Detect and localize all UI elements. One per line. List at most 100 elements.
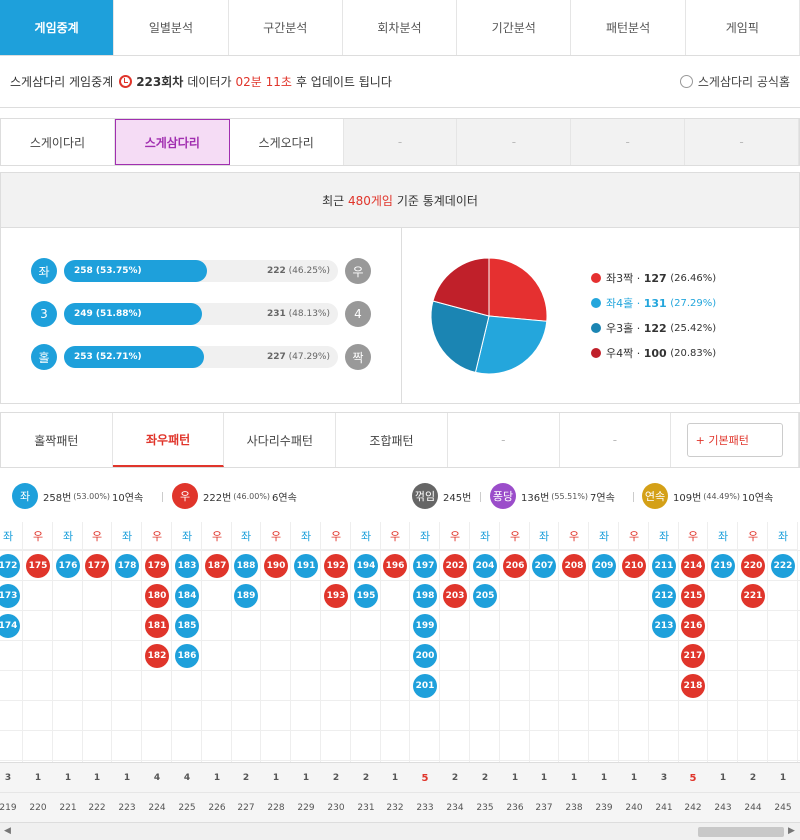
official-home-link[interactable]: 스게삼다리 공식홈	[679, 73, 790, 90]
info-label: 스게삼다리 게임중계	[10, 75, 114, 89]
game-type-tabs: 스게이다리 스게삼다리 스게오다리 - - - -	[0, 118, 800, 166]
tab-combo-pattern[interactable]: 조합패턴	[336, 413, 448, 467]
summary-left-pct: (53.00%)	[73, 491, 111, 501]
round-number-cell: 235	[476, 803, 494, 813]
info-text2: 후 업데이트 됩니다	[295, 75, 392, 89]
result-ball: 215	[681, 584, 705, 608]
legend-label: 우3홀	[606, 322, 634, 335]
stats-body: 좌 258 (53.75%) 222 (46.25%) 우 3 249 (51.…	[0, 228, 800, 404]
summary-left-count: 258번	[43, 492, 72, 504]
stat-row-3-4: 3 249 (51.88%) 231 (48.13%) 4	[31, 301, 371, 327]
streak-count-cell: 1	[511, 773, 519, 783]
pattern-column-header: 우	[559, 522, 589, 550]
round-number-cell: 224	[148, 803, 166, 813]
summary-pong-count: 136번	[521, 492, 550, 504]
streak-count-cell: 1	[64, 773, 72, 783]
scroll-thumb[interactable]	[698, 827, 784, 837]
left-circle: 3	[31, 301, 57, 327]
round-number-cell: 231	[357, 803, 375, 813]
legend-pct: (25.42%)	[670, 322, 717, 334]
summary-pong-streak: 7연속	[590, 492, 615, 504]
legend-item: 좌4홀 · 131 (27.29%)	[591, 295, 716, 311]
separator	[633, 492, 634, 502]
pattern-column: 우 177	[82, 522, 112, 762]
summary-break-count: 245번	[443, 492, 472, 504]
pattern-column: 우 206	[500, 522, 530, 762]
result-ball: 200	[413, 644, 437, 668]
legend-item: 좌3짝 · 127 (26.46%)	[591, 270, 716, 286]
streak-count-cell: 3	[660, 773, 668, 783]
scroll-right-arrow[interactable]: ▶	[788, 826, 795, 836]
pattern-column-header: 좌	[768, 522, 798, 550]
game-tab-5ladder[interactable]: 스게오다리	[229, 119, 344, 165]
pattern-column-header: 우	[23, 522, 53, 550]
legend-item: 우3홀 · 122 (25.42%)	[591, 320, 716, 336]
tab-period[interactable]: 기간분석	[457, 0, 572, 55]
result-ball: 176	[56, 554, 80, 578]
pattern-column-header: 좌	[589, 522, 619, 550]
stat-fill: 258 (53.75%)	[64, 260, 207, 282]
pattern-column: 우 196	[380, 522, 410, 762]
legend-item: 우4짝 · 100 (20.83%)	[591, 345, 716, 361]
separator	[162, 492, 163, 502]
streak-count-cell: 1	[302, 773, 310, 783]
result-ball: 208	[562, 554, 586, 578]
result-ball: 201	[413, 674, 437, 698]
tab-round[interactable]: 회차분석	[342, 0, 458, 55]
stats-header: 최근 480게임 기준 통계데이터	[0, 172, 800, 228]
result-ball: 210	[622, 554, 646, 578]
tab-odd-even-pattern[interactable]: 홀짝패턴	[1, 413, 113, 467]
stat-left-value: 258 (53.75%)	[74, 266, 142, 276]
streak-count-cell: 1	[570, 773, 578, 783]
result-ball: 182	[145, 644, 169, 668]
summary-pong: 퐁당 136번 (55.51%) 7연속	[490, 482, 615, 510]
round-number-cell: 236	[506, 803, 524, 813]
pattern-column-header: 좌	[649, 522, 679, 550]
result-ball: 198	[413, 584, 437, 608]
summary-right: 우 222번 (46.00%) 6연속	[172, 482, 297, 510]
divider	[401, 228, 402, 404]
tab-pick[interactable]: 게임픽	[685, 0, 800, 55]
result-ball: 193	[324, 584, 348, 608]
legend-label: 우4짝	[606, 347, 634, 360]
game-tab-2ladder[interactable]: 스게이다리	[1, 119, 115, 165]
tab-ladder-count-pattern[interactable]: 사다리수패턴	[224, 413, 337, 467]
stat-row-odd-even: 홀 253 (52.71%) 227 (47.29%) 짝	[31, 344, 371, 370]
tab-live[interactable]: 게임중계	[0, 0, 115, 55]
tab-section[interactable]: 구간분석	[228, 0, 343, 55]
result-ball: 211	[652, 554, 676, 578]
horizontal-scrollbar[interactable]: ◀ ▶	[0, 822, 800, 840]
result-ball: 188	[234, 554, 258, 578]
game-tab-3ladder[interactable]: 스게삼다리	[114, 119, 230, 165]
globe-icon	[679, 75, 693, 88]
round-number-cell: 244	[744, 803, 762, 813]
round-number-cell: 230	[327, 803, 345, 813]
pattern-column: 좌 191	[291, 522, 321, 762]
tab-daily[interactable]: 일별분석	[114, 0, 229, 55]
streak-count-cell: 4	[183, 773, 191, 783]
round-number-cell: 239	[595, 803, 613, 813]
round-number-cell: 234	[446, 803, 464, 813]
summary-cont: 연속 109번 (44.49%) 10연속	[642, 482, 773, 510]
pattern-column: 좌 219	[708, 522, 738, 762]
streak-count-cell: 1	[391, 773, 399, 783]
tab-left-right-pattern[interactable]: 좌우패턴	[112, 413, 225, 467]
legend-dot	[591, 298, 601, 308]
pattern-column-header: 우	[82, 522, 112, 550]
pattern-column: 좌 204 205	[470, 522, 500, 762]
left-circle: 좌	[31, 258, 57, 284]
result-ball: 183	[175, 554, 199, 578]
result-ball: 209	[592, 554, 616, 578]
pattern-column: 우 175	[23, 522, 53, 762]
pattern-column-header: 우	[380, 522, 410, 550]
pattern-column-header: 좌	[351, 522, 381, 550]
tab-pattern[interactable]: 패턴분석	[571, 0, 686, 55]
stats-header-post: 기준 통계데이터	[396, 193, 478, 208]
result-ball: 175	[26, 554, 50, 578]
result-ball: 189	[234, 584, 258, 608]
info-text1: 데이터가	[187, 75, 232, 89]
basic-pattern-button[interactable]: + 기본패턴	[686, 423, 783, 457]
scroll-left-arrow[interactable]: ◀	[4, 826, 11, 836]
pattern-column: 좌 183 184 185 186	[172, 522, 202, 762]
streak-count-cell: 1	[34, 773, 42, 783]
